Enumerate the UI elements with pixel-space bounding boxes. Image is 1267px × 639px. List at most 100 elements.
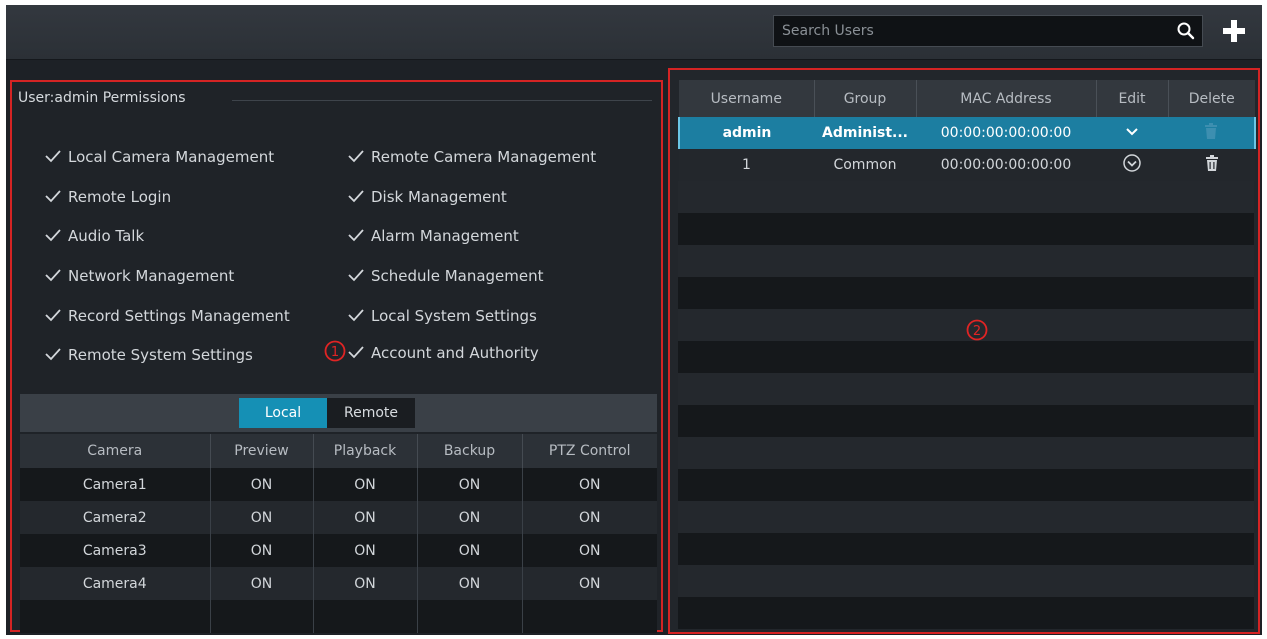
- permissions-panel: User:admin Permissions Local Camera Mana…: [10, 80, 663, 633]
- check-icon: [45, 229, 61, 242]
- check-icon: [45, 150, 61, 163]
- table-row: [20, 600, 657, 633]
- ptz-control-toggle[interactable]: ON: [522, 501, 657, 534]
- empty-row: [678, 597, 1254, 629]
- playback-toggle[interactable]: ON: [313, 567, 418, 600]
- permission-item: Schedule Management: [347, 267, 544, 285]
- top-toolbar: [6, 5, 1262, 60]
- permission-item: Audio Talk: [44, 227, 144, 245]
- trash-icon[interactable]: [1202, 153, 1222, 177]
- empty-row: [678, 405, 1254, 437]
- empty-row: [678, 277, 1254, 309]
- trash-icon[interactable]: [1201, 121, 1221, 145]
- table-header-row: Username Group MAC Address Edit Delete: [679, 80, 1255, 117]
- backup-toggle[interactable]: ON: [417, 468, 523, 501]
- column-header[interactable]: Preview: [210, 434, 314, 468]
- empty-row: [678, 213, 1254, 245]
- table-row[interactable]: Camera3 ON ON ON ON: [20, 534, 657, 567]
- edit-icon[interactable]: [1122, 121, 1142, 145]
- edit-icon[interactable]: [1122, 153, 1142, 177]
- preview-toggle[interactable]: ON: [210, 534, 314, 567]
- check-icon: [45, 309, 61, 322]
- empty-row: [678, 181, 1254, 213]
- group-cell: Common: [814, 149, 916, 181]
- column-header[interactable]: PTZ Control: [522, 434, 657, 468]
- title-divider: [232, 100, 652, 101]
- permission-item: Disk Management: [347, 188, 507, 206]
- plus-icon[interactable]: [1219, 16, 1249, 46]
- tab-remote[interactable]: Remote: [327, 398, 415, 428]
- preview-toggle[interactable]: ON: [210, 468, 314, 501]
- permission-item: Local System Settings: [347, 307, 537, 325]
- username-cell: admin: [678, 117, 814, 149]
- permission-item: Remote Camera Management: [347, 148, 596, 166]
- column-header[interactable]: Group: [814, 80, 917, 117]
- empty-cell: [20, 600, 211, 633]
- empty-cell: [417, 600, 523, 633]
- callout-marker-2-label: 2: [973, 324, 981, 339]
- permission-item: Network Management: [44, 267, 234, 285]
- ptz-control-toggle[interactable]: ON: [522, 567, 657, 600]
- column-header[interactable]: Edit: [1096, 80, 1169, 117]
- search-box: [773, 15, 1203, 47]
- column-header[interactable]: Username: [679, 80, 815, 117]
- empty-row: [678, 469, 1254, 501]
- column-header[interactable]: MAC Address: [916, 80, 1097, 117]
- users-table: Username Group MAC Address Edit Delete a…: [678, 80, 1256, 181]
- column-header[interactable]: Playback: [313, 434, 418, 468]
- column-header[interactable]: Delete: [1168, 80, 1255, 117]
- table-header-row: Camera Preview Playback Backup PTZ Contr…: [20, 434, 657, 468]
- search-input[interactable]: [774, 16, 1164, 46]
- check-icon: [45, 348, 61, 361]
- camera-name-cell: Camera2: [20, 501, 211, 534]
- callout-marker-2: 2: [966, 319, 988, 341]
- playback-toggle[interactable]: ON: [313, 501, 418, 534]
- preview-toggle[interactable]: ON: [210, 501, 314, 534]
- ptz-control-toggle[interactable]: ON: [522, 468, 657, 501]
- ptz-control-toggle[interactable]: ON: [522, 534, 657, 567]
- permission-item: Local Camera Management: [44, 148, 274, 166]
- permission-item: Remote Login: [44, 188, 171, 206]
- empty-cell: [313, 600, 418, 633]
- users-list-panel: Username Group MAC Address Edit Delete a…: [668, 68, 1260, 634]
- edit-cell: [1096, 117, 1168, 149]
- empty-row: [678, 373, 1254, 405]
- camera-name-cell: Camera4: [20, 567, 211, 600]
- user-management-window: User:admin Permissions Local Camera Mana…: [6, 5, 1262, 635]
- camera-name-cell: Camera1: [20, 468, 211, 501]
- delete-cell: [1168, 117, 1256, 149]
- callout-marker-1: 1: [324, 340, 346, 362]
- check-icon: [348, 229, 364, 242]
- camera-permissions-table: Camera Preview Playback Backup PTZ Contr…: [20, 434, 657, 633]
- permission-item: Alarm Management: [347, 227, 519, 245]
- check-icon: [348, 150, 364, 163]
- check-icon: [348, 309, 364, 322]
- camera-name-cell: Camera3: [20, 534, 211, 567]
- permission-item: Account and Authority: [347, 344, 539, 362]
- empty-row: [678, 437, 1254, 469]
- empty-row: [678, 565, 1254, 597]
- table-row[interactable]: admin Administ... 00:00:00:00:00:00: [678, 117, 1256, 149]
- empty-row: [678, 501, 1254, 533]
- table-row[interactable]: Camera4 ON ON ON ON: [20, 567, 657, 600]
- playback-toggle[interactable]: ON: [313, 534, 418, 567]
- empty-row: [678, 341, 1254, 373]
- table-row[interactable]: Camera1 ON ON ON ON: [20, 468, 657, 501]
- username-cell: 1: [679, 149, 814, 181]
- mac-address-cell: 00:00:00:00:00:00: [916, 149, 1096, 181]
- playback-toggle[interactable]: ON: [313, 468, 418, 501]
- preview-toggle[interactable]: ON: [210, 567, 314, 600]
- delete-cell: [1168, 149, 1255, 181]
- empty-row: [678, 533, 1254, 565]
- backup-toggle[interactable]: ON: [417, 534, 523, 567]
- backup-toggle[interactable]: ON: [417, 501, 523, 534]
- table-row[interactable]: Camera2 ON ON ON ON: [20, 501, 657, 534]
- tab-local[interactable]: Local: [239, 398, 327, 428]
- permissions-title: User:admin Permissions: [18, 90, 186, 106]
- check-icon: [45, 269, 61, 282]
- table-row[interactable]: 1 Common 00:00:00:00:00:00: [679, 149, 1255, 181]
- column-header[interactable]: Backup: [417, 434, 523, 468]
- search-icon[interactable]: [1174, 19, 1198, 43]
- backup-toggle[interactable]: ON: [417, 567, 523, 600]
- column-header[interactable]: Camera: [20, 434, 211, 468]
